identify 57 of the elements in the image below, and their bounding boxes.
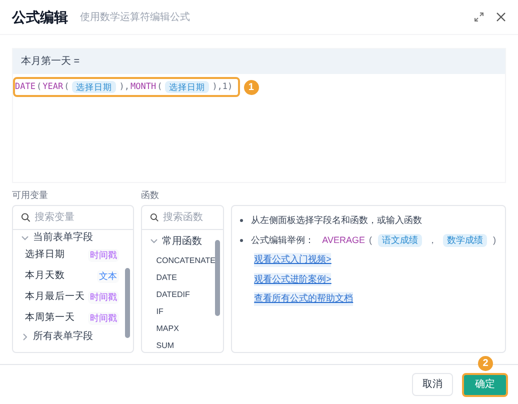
help-tip: 从左侧面板选择字段名和函数，或输入函数 bbox=[251, 214, 422, 227]
help-link[interactable]: 观看公式入门视频> bbox=[254, 253, 332, 266]
help-link[interactable]: 查看所有公式的帮助文档 bbox=[254, 292, 354, 306]
expand-icon[interactable] bbox=[474, 12, 484, 22]
variable-item[interactable]: 本月最后一天 时间戳 bbox=[13, 287, 134, 308]
close-icon[interactable] bbox=[496, 12, 506, 22]
formula-punctuation: ( bbox=[36, 80, 42, 94]
formula-punctuation: ( bbox=[157, 80, 162, 94]
cancel-button[interactable]: 取消 bbox=[412, 373, 453, 396]
search-field[interactable]: 搜索函数 bbox=[163, 210, 216, 225]
group-header[interactable]: 当前表单字段 bbox=[13, 230, 134, 245]
field-chip: 选择日期 bbox=[72, 80, 116, 94]
step-badge: 2 bbox=[478, 356, 493, 371]
type-tag: 时间戳 bbox=[88, 312, 120, 326]
variable-item[interactable]: 本月天数 文本 bbox=[13, 266, 134, 287]
example-label: 公式编辑举例： bbox=[251, 234, 314, 246]
bullet-icon bbox=[240, 219, 244, 222]
formula-punctuation: ， bbox=[428, 234, 437, 246]
formula-punctuation: ) bbox=[493, 234, 496, 247]
group-header[interactable]: 所有表单字段 bbox=[13, 329, 134, 344]
function-name: MONTH bbox=[130, 80, 156, 94]
search-icon bbox=[21, 212, 31, 223]
search-field[interactable]: 搜索变量 bbox=[34, 210, 126, 225]
bullet-icon bbox=[240, 238, 244, 242]
function-name: DATE bbox=[15, 80, 36, 94]
type-tag: 时间戳 bbox=[88, 290, 120, 304]
function-item[interactable]: DATEDIF bbox=[142, 286, 224, 303]
dialog-title: 公式编辑 bbox=[12, 8, 68, 26]
function-item[interactable]: SUM bbox=[142, 337, 224, 352]
dialog-subtitle: 使用数学运算符编辑公式 bbox=[80, 10, 190, 24]
section-label: 可用变量 bbox=[12, 189, 49, 202]
step-badge: 1 bbox=[244, 80, 259, 94]
variable-item[interactable]: 本周第一天 时间戳 bbox=[13, 308, 134, 329]
function-item[interactable]: CONCATENATE bbox=[142, 252, 224, 269]
formula-punctuation: ( bbox=[64, 80, 70, 94]
scrollbar[interactable] bbox=[215, 240, 220, 316]
section-label: 函数 bbox=[141, 189, 160, 202]
function-item[interactable]: DATE bbox=[142, 269, 224, 286]
formula-punctuation: ( bbox=[369, 234, 372, 247]
field-chip: 语文成绩 bbox=[378, 234, 422, 247]
target-field-label: 本月第一天 = bbox=[21, 54, 80, 69]
type-tag: 文本 bbox=[97, 270, 120, 284]
help-link[interactable]: 观看公式进阶案例> bbox=[254, 272, 332, 286]
field-chip: 数学成绩 bbox=[443, 234, 487, 247]
variable-item[interactable]: 选择日期 时间戳 bbox=[13, 245, 134, 266]
function-item[interactable]: IF bbox=[142, 303, 224, 320]
type-tag: 时间戳 bbox=[88, 248, 120, 262]
group-header[interactable]: 常用函数 bbox=[142, 230, 224, 252]
formula-punctuation: ), bbox=[119, 80, 130, 94]
formula-punctuation: ),1) bbox=[212, 80, 233, 94]
search-icon bbox=[150, 212, 160, 223]
formula-editor[interactable]: 本月第一天 = DATE(YEAR( 选择日期 ),MONTH( 选择日期 ),1) 1 bbox=[12, 48, 506, 183]
function-name: YEAR bbox=[42, 80, 64, 94]
function-item[interactable]: MAPX bbox=[142, 320, 224, 337]
scrollbar[interactable] bbox=[125, 268, 130, 338]
function-name: AVERAGE bbox=[322, 234, 365, 246]
field-chip: 选择日期 bbox=[165, 80, 210, 94]
